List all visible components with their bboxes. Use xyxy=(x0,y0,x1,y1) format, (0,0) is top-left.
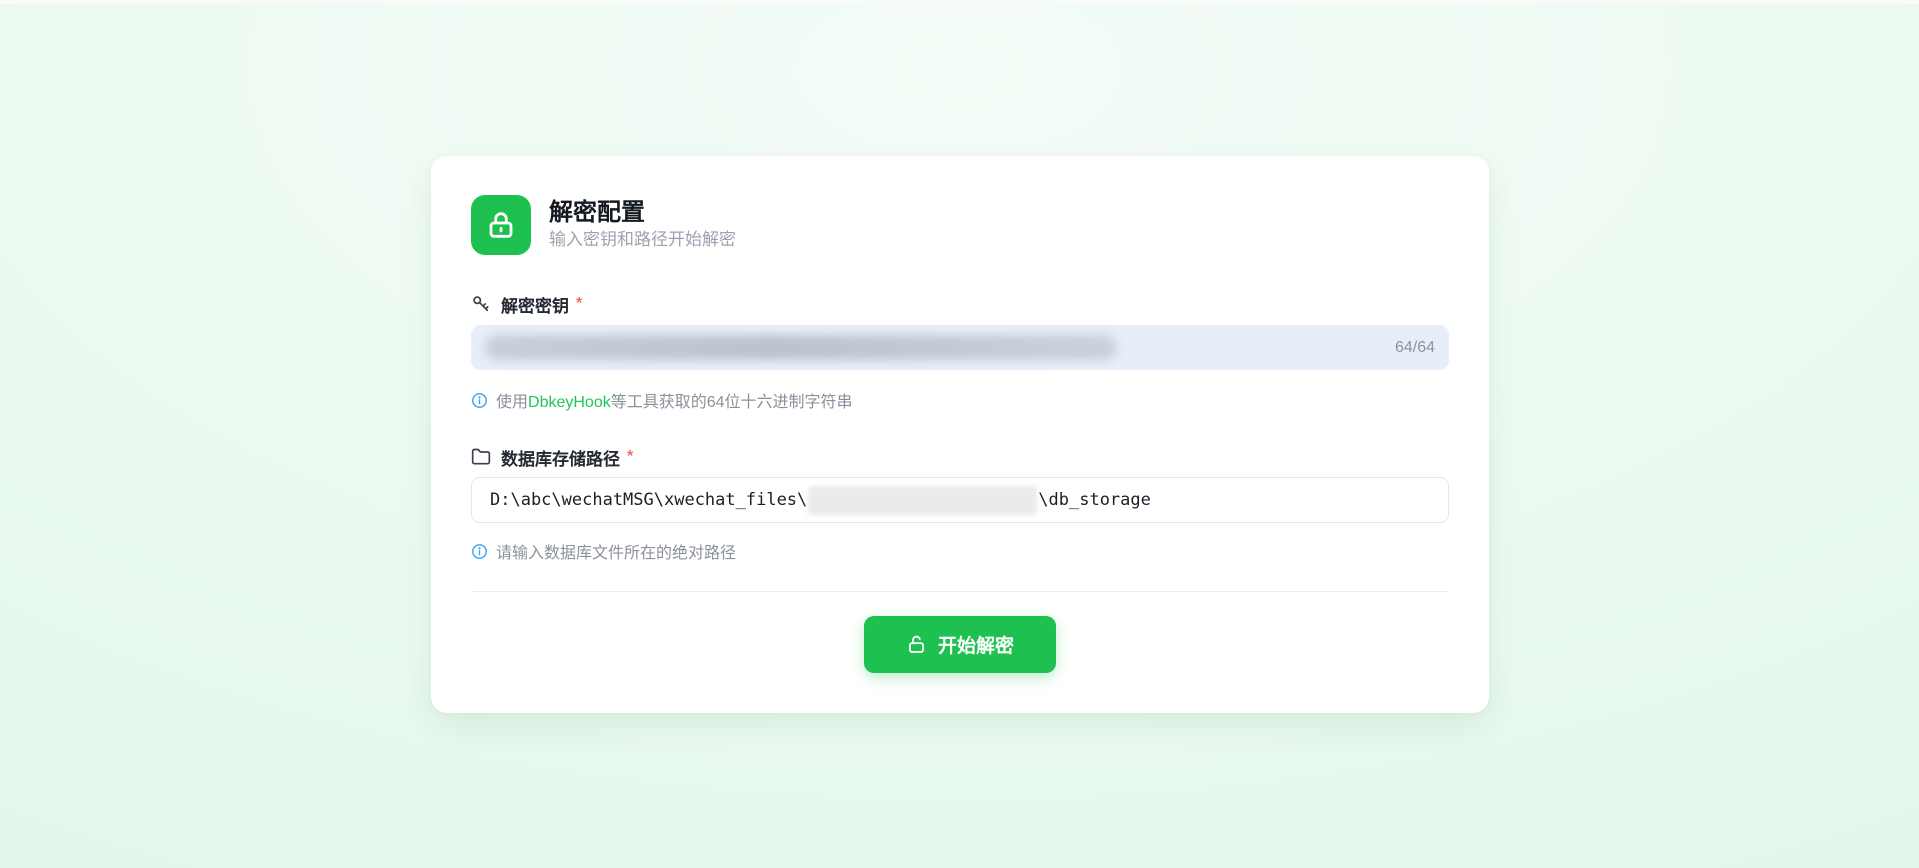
start-decrypt-label: 开始解密 xyxy=(938,631,1014,658)
db-path-label-row: 数据库存储路径 * xyxy=(471,446,1449,468)
decrypt-config-card: 解密配置 输入密钥和路径开始解密 解密密钥 * 64/64 xyxy=(431,156,1489,713)
divider xyxy=(471,591,1449,592)
page-title: 解密配置 xyxy=(549,200,736,226)
key-icon xyxy=(471,294,491,314)
redacted-key-value xyxy=(485,335,1117,360)
info-icon xyxy=(471,392,488,409)
window-top-strip xyxy=(0,0,1919,4)
decrypt-key-hint: 使用DbkeyHook等工具获取的64位十六进制字符串 xyxy=(471,388,1449,412)
folder-icon xyxy=(471,447,491,467)
db-path-value-prefix: D:\abc\wechatMSG\xwechat_files\ xyxy=(490,490,807,510)
lock-icon-tile xyxy=(471,195,531,255)
submit-row: 开始解密 xyxy=(471,616,1449,673)
key-hint-suffix: 等工具获取的64位十六进制字符串 xyxy=(611,394,853,411)
card-header: 解密配置 输入密钥和路径开始解密 xyxy=(471,195,1449,255)
db-path-hint: 请输入数据库文件所在的绝对路径 xyxy=(471,539,1449,563)
db-path-hint-text: 请输入数据库文件所在的绝对路径 xyxy=(496,539,736,563)
db-path-value-suffix: \db_storage xyxy=(1038,490,1151,510)
decrypt-key-required-mark: * xyxy=(576,295,582,313)
unlock-icon xyxy=(906,634,927,655)
page-subtitle: 输入密钥和路径开始解密 xyxy=(549,231,736,250)
decrypt-key-input[interactable]: 64/64 xyxy=(471,325,1449,370)
start-decrypt-button[interactable]: 开始解密 xyxy=(864,616,1056,673)
redacted-path-segment xyxy=(808,486,1037,515)
db-path-input[interactable]: D:\abc\wechatMSG\xwechat_files\ \db_stora… xyxy=(471,477,1449,523)
key-length-counter: 64/64 xyxy=(1395,339,1435,357)
db-path-label: 数据库存储路径 xyxy=(501,445,620,470)
info-icon xyxy=(471,543,488,560)
dbkeyhook-link[interactable]: DbkeyHook xyxy=(528,394,611,411)
key-hint-prefix: 使用 xyxy=(496,394,528,411)
header-titles: 解密配置 输入密钥和路径开始解密 xyxy=(549,200,736,250)
decrypt-key-label-row: 解密密钥 * xyxy=(471,293,1449,315)
decrypt-key-label: 解密密钥 xyxy=(501,292,569,317)
db-path-required-mark: * xyxy=(627,448,633,466)
key-hint-text: 使用DbkeyHook等工具获取的64位十六进制字符串 xyxy=(496,388,853,412)
lock-icon xyxy=(485,209,517,241)
